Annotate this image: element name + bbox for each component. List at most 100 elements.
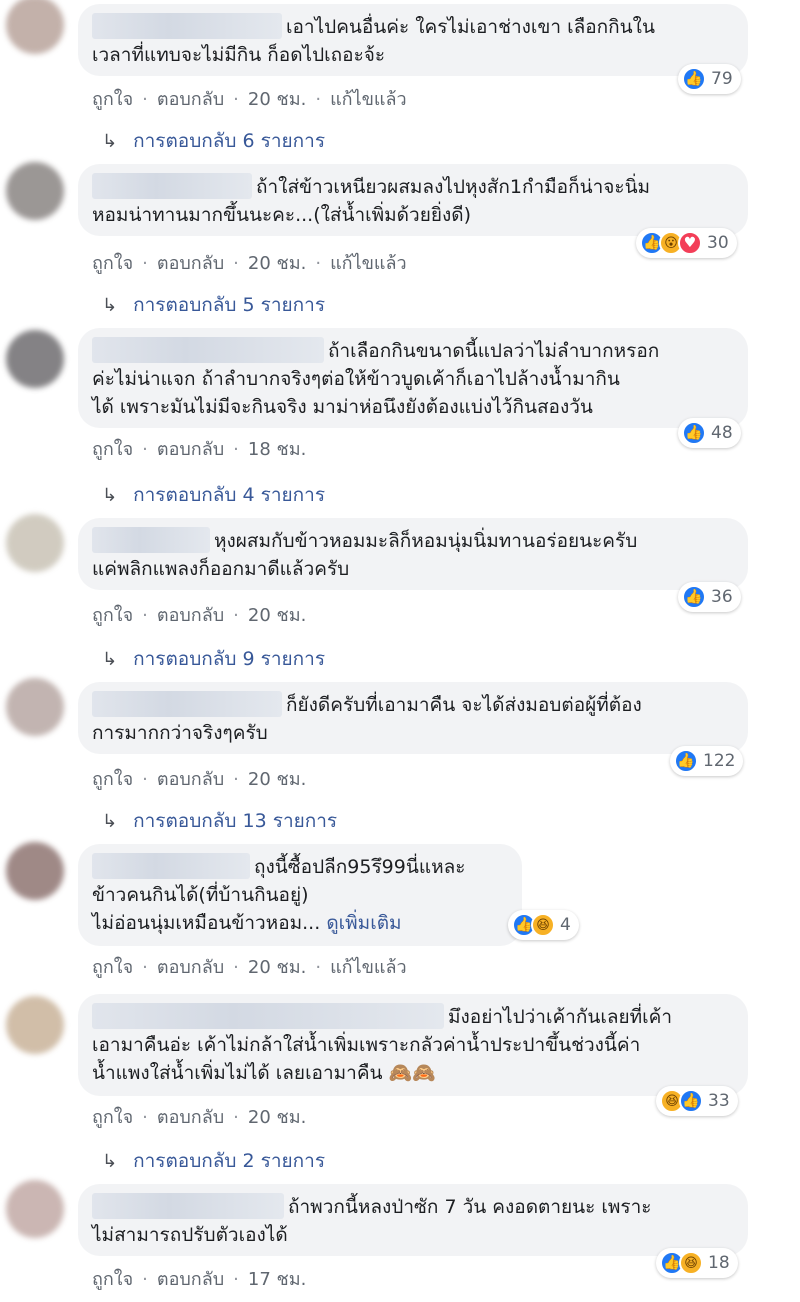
- reply-arrow-icon: ↳: [102, 811, 118, 832]
- reply-button[interactable]: ตอบกลับ: [157, 1107, 224, 1128]
- reaction-count: 30: [707, 233, 729, 253]
- comment-bubble: เอาไปคนอื่นค่ะ ใครไม่เอาช่างเขา เลือกกิน…: [78, 4, 748, 76]
- reply-button[interactable]: ตอบกลับ: [157, 605, 224, 626]
- edited-label[interactable]: แก้ไขแล้ว: [330, 253, 407, 274]
- reply-button[interactable]: ตอบกลับ: [157, 957, 224, 978]
- reaction-count: 4: [560, 915, 571, 935]
- timestamp[interactable]: 20 ชม.: [248, 957, 306, 978]
- like-button[interactable]: ถูกใจ: [92, 957, 133, 978]
- reaction-summary[interactable]: 👍 😆 4: [508, 910, 579, 940]
- avatar[interactable]: [6, 514, 64, 572]
- comment-text: แค่พลิกแพลงก็ออกมาดีแล้วครับ: [92, 558, 350, 580]
- like-button[interactable]: ถูกใจ: [92, 1269, 133, 1290]
- replies-count-label: การตอบกลับ 6 รายการ: [133, 130, 326, 152]
- laugh-face-icon: 😆: [679, 1251, 703, 1275]
- replies-count-label: การตอบกลับ 13 รายการ: [133, 810, 338, 832]
- comment-text: เอามาคืนอ่ะ เค้าไม่กล้าใส่น้ำเพิ่มเพราะก…: [92, 1034, 641, 1056]
- comment-text: ถ้าใส่ข้าวเหนียวผสมลงไปหุงสัก1กำมือก็น่า…: [256, 176, 651, 198]
- timestamp[interactable]: 18 ชม.: [248, 439, 306, 460]
- comment-actions: ถูกใจ · ตอบกลับ · 18 ชม.: [92, 439, 307, 460]
- like-button[interactable]: ถูกใจ: [92, 605, 133, 626]
- comment-bubble: ถ้าพวกนี้หลงป่าซัก 7 วัน คงอดตายนะ เพราะ…: [78, 1184, 748, 1256]
- thumbs-up-icon: 👍: [679, 1089, 703, 1113]
- thumbs-up-icon: 👍: [682, 585, 706, 609]
- view-replies-link[interactable]: ↳ การตอบกลับ 13 รายการ: [102, 806, 337, 836]
- thumbs-up-icon: 👍: [682, 421, 706, 445]
- comment-text: น้ำแพงใส่น้ำเพิ่มไม่ได้ เลยเอามาคืน 🙈🙈: [92, 1062, 436, 1084]
- like-button[interactable]: ถูกใจ: [92, 253, 133, 274]
- view-replies-link[interactable]: ↳ การตอบกลับ 5 รายการ: [102, 290, 325, 320]
- comment-text: หุงผสมกับข้าวหอมมะลิก็หอมนุ่มนิ่มทานอร่อ…: [214, 530, 638, 552]
- reply-button[interactable]: ตอบกลับ: [157, 439, 224, 460]
- timestamp[interactable]: 20 ชม.: [248, 769, 306, 790]
- reply-button[interactable]: ตอบกลับ: [157, 253, 224, 274]
- reaction-summary[interactable]: 👍 36: [678, 582, 741, 612]
- timestamp[interactable]: 20 ชม.: [248, 1107, 306, 1128]
- reply-button[interactable]: ตอบกลับ: [157, 1269, 224, 1290]
- reaction-count: 36: [711, 587, 733, 607]
- view-replies-link[interactable]: ↳ การตอบกลับ 2 รายการ: [102, 1146, 325, 1176]
- avatar[interactable]: [6, 842, 64, 900]
- replies-count-label: การตอบกลับ 4 รายการ: [133, 484, 326, 506]
- comment-text: ก็ยังดีครับที่เอามาคืน จะได้ส่งมอบต่อผู้…: [286, 694, 642, 716]
- comment-actions: ถูกใจ · ตอบกลับ · 20 ชม. · แก้ไขแล้ว: [92, 253, 407, 274]
- thumbs-up-icon: 👍: [682, 67, 706, 91]
- replies-count-label: การตอบกลับ 2 รายการ: [133, 1150, 326, 1172]
- commenter-name[interactable]: [92, 527, 210, 553]
- timestamp[interactable]: 20 ชม.: [248, 605, 306, 626]
- commenter-name[interactable]: [92, 1193, 284, 1219]
- comment-actions: ถูกใจ · ตอบกลับ · 17 ชม.: [92, 1269, 307, 1290]
- reaction-summary[interactable]: 😆 👍 33: [656, 1086, 738, 1116]
- like-button[interactable]: ถูกใจ: [92, 769, 133, 790]
- edited-label[interactable]: แก้ไขแล้ว: [330, 89, 407, 110]
- commenter-name[interactable]: [92, 173, 252, 199]
- avatar[interactable]: [6, 678, 64, 736]
- comment-bubble: หุงผสมกับข้าวหอมมะลิก็หอมนุ่มนิ่มทานอร่อ…: [78, 518, 748, 590]
- reply-button[interactable]: ตอบกลับ: [157, 769, 224, 790]
- reaction-summary[interactable]: 👍 122: [670, 746, 744, 776]
- reaction-count: 18: [708, 1253, 730, 1273]
- avatar[interactable]: [6, 162, 64, 220]
- reaction-summary[interactable]: 👍 😆 18: [656, 1248, 738, 1278]
- comment-actions: ถูกใจ · ตอบกลับ · 20 ชม.: [92, 1107, 307, 1128]
- commenter-name[interactable]: [92, 337, 324, 363]
- edited-label[interactable]: แก้ไขแล้ว: [330, 957, 407, 978]
- comment-bubble: ถ้าใส่ข้าวเหนียวผสมลงไปหุงสัก1กำมือก็น่า…: [78, 164, 748, 236]
- commenter-name[interactable]: [92, 1003, 444, 1029]
- commenter-name[interactable]: [92, 691, 282, 717]
- reply-button[interactable]: ตอบกลับ: [157, 89, 224, 110]
- avatar[interactable]: [6, 996, 64, 1054]
- comment-actions: ถูกใจ · ตอบกลับ · 20 ชม.: [92, 605, 307, 626]
- avatar[interactable]: [6, 0, 64, 54]
- commenter-name[interactable]: [92, 853, 250, 879]
- reaction-count: 122: [703, 751, 736, 771]
- comment-actions: ถูกใจ · ตอบกลับ · 20 ชม. · แก้ไขแล้ว: [92, 957, 407, 978]
- like-button[interactable]: ถูกใจ: [92, 89, 133, 110]
- timestamp[interactable]: 20 ชม.: [248, 253, 306, 274]
- reaction-count: 79: [711, 69, 733, 89]
- thumbs-up-icon: 👍: [674, 749, 698, 773]
- reaction-summary[interactable]: 👍 79: [678, 64, 741, 94]
- see-more-link[interactable]: ดูเพิ่มเติม: [326, 912, 401, 934]
- laugh-face-icon: 😆: [531, 913, 555, 937]
- avatar[interactable]: [6, 330, 64, 388]
- view-replies-link[interactable]: ↳ การตอบกลับ 4 รายการ: [102, 480, 325, 510]
- comment-text: เอาไปคนอื่นค่ะ ใครไม่เอาช่างเขา เลือกกิน…: [286, 16, 655, 38]
- reply-arrow-icon: ↳: [102, 485, 118, 506]
- comment-text: ถ้าเลือกกินขนาดนี้แปลว่าไม่ลำบากหรอก: [328, 340, 660, 362]
- reaction-summary[interactable]: 👍 😮 ♥ 30: [636, 228, 737, 258]
- reaction-summary[interactable]: 👍 48: [678, 418, 741, 448]
- timestamp[interactable]: 17 ชม.: [248, 1269, 306, 1290]
- heart-icon: ♥: [678, 231, 702, 255]
- view-replies-link[interactable]: ↳ การตอบกลับ 6 รายการ: [102, 126, 325, 156]
- avatar[interactable]: [6, 1180, 64, 1238]
- commenter-name[interactable]: [92, 13, 282, 39]
- timestamp[interactable]: 20 ชม.: [248, 89, 306, 110]
- comment-bubble: ถ้าเลือกกินขนาดนี้แปลว่าไม่ลำบากหรอก ค่ะ…: [78, 328, 748, 428]
- comment-text: ถ้าพวกนี้หลงป่าซัก 7 วัน คงอดตายนะ เพราะ: [288, 1196, 652, 1218]
- view-replies-link[interactable]: ↳ การตอบกลับ 9 รายการ: [102, 644, 325, 674]
- comment-text: มึงอย่าไปว่าเค้ากันเลยที่เค้า: [448, 1006, 673, 1028]
- like-button[interactable]: ถูกใจ: [92, 1107, 133, 1128]
- comment-text: หอมน่าทานมากขึ้นนะคะ...(ใส่น้ำเพิ่มด้วยย…: [92, 204, 471, 226]
- like-button[interactable]: ถูกใจ: [92, 439, 133, 460]
